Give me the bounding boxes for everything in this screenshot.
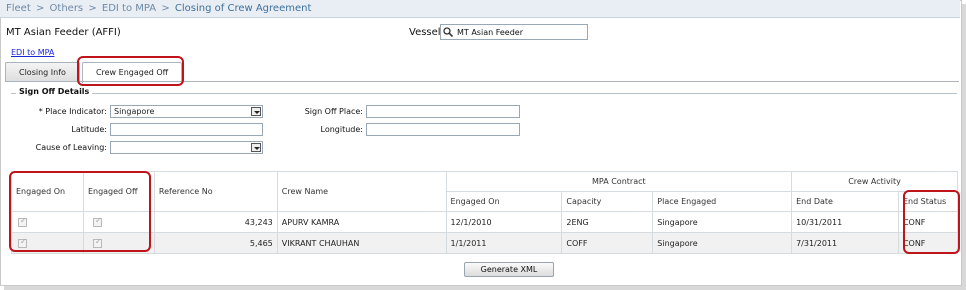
crew-grid: Engaged On Engaged Off Reference No Crew… bbox=[11, 171, 959, 254]
crew-name-cell: APURV KAMRA bbox=[276, 211, 447, 233]
chevron-down-icon[interactable] bbox=[251, 107, 261, 116]
breadcrumb-separator: > bbox=[35, 3, 45, 14]
breadcrumb-item-fleet[interactable]: Fleet bbox=[6, 3, 31, 14]
chevron-down-icon[interactable] bbox=[251, 143, 261, 152]
longitude-input[interactable] bbox=[366, 123, 520, 136]
breadcrumb-separator: > bbox=[161, 3, 170, 14]
col-capacity[interactable]: Capacity bbox=[561, 191, 654, 212]
col-reference-no[interactable]: Reference No bbox=[153, 171, 278, 212]
latitude-input[interactable] bbox=[110, 123, 263, 136]
highlight-tab-annotation bbox=[77, 56, 184, 86]
group-mpa-contract: MPA Contract bbox=[445, 171, 793, 192]
longitude-label: Longitude: bbox=[320, 125, 363, 134]
col-place-engaged[interactable]: Place Engaged bbox=[652, 191, 793, 212]
breadcrumb-item-others[interactable]: Others bbox=[50, 3, 84, 14]
edi-to-mpa-link[interactable]: EDI to MPA bbox=[11, 48, 54, 57]
highlight-end-status-annotation bbox=[903, 190, 960, 254]
table-row[interactable]: 5,465 VIKRANT CHAUHAN 1/1/2011 COFF Sing… bbox=[11, 232, 959, 254]
frame-shadow-right bbox=[962, 4, 966, 290]
highlight-engaged-columns-annotation bbox=[9, 171, 151, 252]
engaged-on-cell: 1/1/2011 bbox=[445, 232, 563, 254]
col-crew-name[interactable]: Crew Name bbox=[276, 171, 447, 212]
sign-off-place-label: Sign Off Place: bbox=[304, 107, 363, 116]
engaged-on-cell: 12/1/2010 bbox=[445, 211, 563, 233]
capacity-cell: 2ENG bbox=[561, 211, 654, 233]
vessel-label: Vessel: bbox=[409, 27, 444, 38]
group-crew-activity: Crew Activity bbox=[791, 171, 958, 192]
tab-closing-info[interactable]: Closing Info bbox=[5, 62, 80, 81]
place-indicator-label: * Place Indicator: bbox=[38, 107, 107, 116]
col-end-date[interactable]: End Date bbox=[791, 191, 899, 212]
breadcrumb-item-edi-to-mpa[interactable]: EDI to MPA bbox=[102, 3, 156, 14]
frame-shadow-bottom bbox=[4, 286, 966, 290]
place-engaged-cell: Singapore bbox=[652, 211, 793, 233]
generate-xml-button[interactable]: Generate XML bbox=[464, 262, 554, 277]
capacity-cell: COFF bbox=[561, 232, 654, 254]
place-indicator-value: Singapore bbox=[114, 107, 155, 116]
place-engaged-cell: Singapore bbox=[652, 232, 793, 254]
col-contract-engaged-on[interactable]: Engaged On bbox=[445, 191, 563, 212]
latitude-label: Latitude: bbox=[71, 125, 107, 134]
end-date-cell: 7/31/2011 bbox=[791, 232, 899, 254]
reference-no-cell: 5,465 bbox=[153, 232, 278, 254]
end-date-cell: 10/31/2011 bbox=[791, 211, 899, 233]
sign-off-place-input[interactable] bbox=[366, 105, 520, 118]
table-row[interactable]: 43,243 APURV KAMRA 12/1/2010 2ENG Singap… bbox=[11, 211, 959, 233]
place-indicator-select[interactable]: Singapore bbox=[110, 105, 263, 118]
crew-name-cell: VIKRANT CHAUHAN bbox=[276, 232, 447, 254]
reference-no-cell: 43,243 bbox=[153, 211, 278, 233]
breadcrumb-separator: > bbox=[88, 3, 97, 14]
search-icon bbox=[443, 27, 453, 37]
cause-of-leaving-label: Cause of Leaving: bbox=[35, 143, 107, 152]
vessel-search-field[interactable]: MT Asian Feeder bbox=[440, 24, 588, 40]
cause-of-leaving-select[interactable] bbox=[110, 141, 263, 154]
vessel-value: MT Asian Feeder bbox=[457, 27, 524, 37]
breadcrumb: Fleet > Others > EDI to MPA > Closing of… bbox=[0, 0, 960, 18]
breadcrumb-item-current: Closing of Crew Agreement bbox=[174, 3, 312, 14]
sign-off-legend: Sign Off Details bbox=[16, 87, 93, 96]
vessel-title: MT Asian Feeder (AFFI) bbox=[6, 27, 121, 38]
